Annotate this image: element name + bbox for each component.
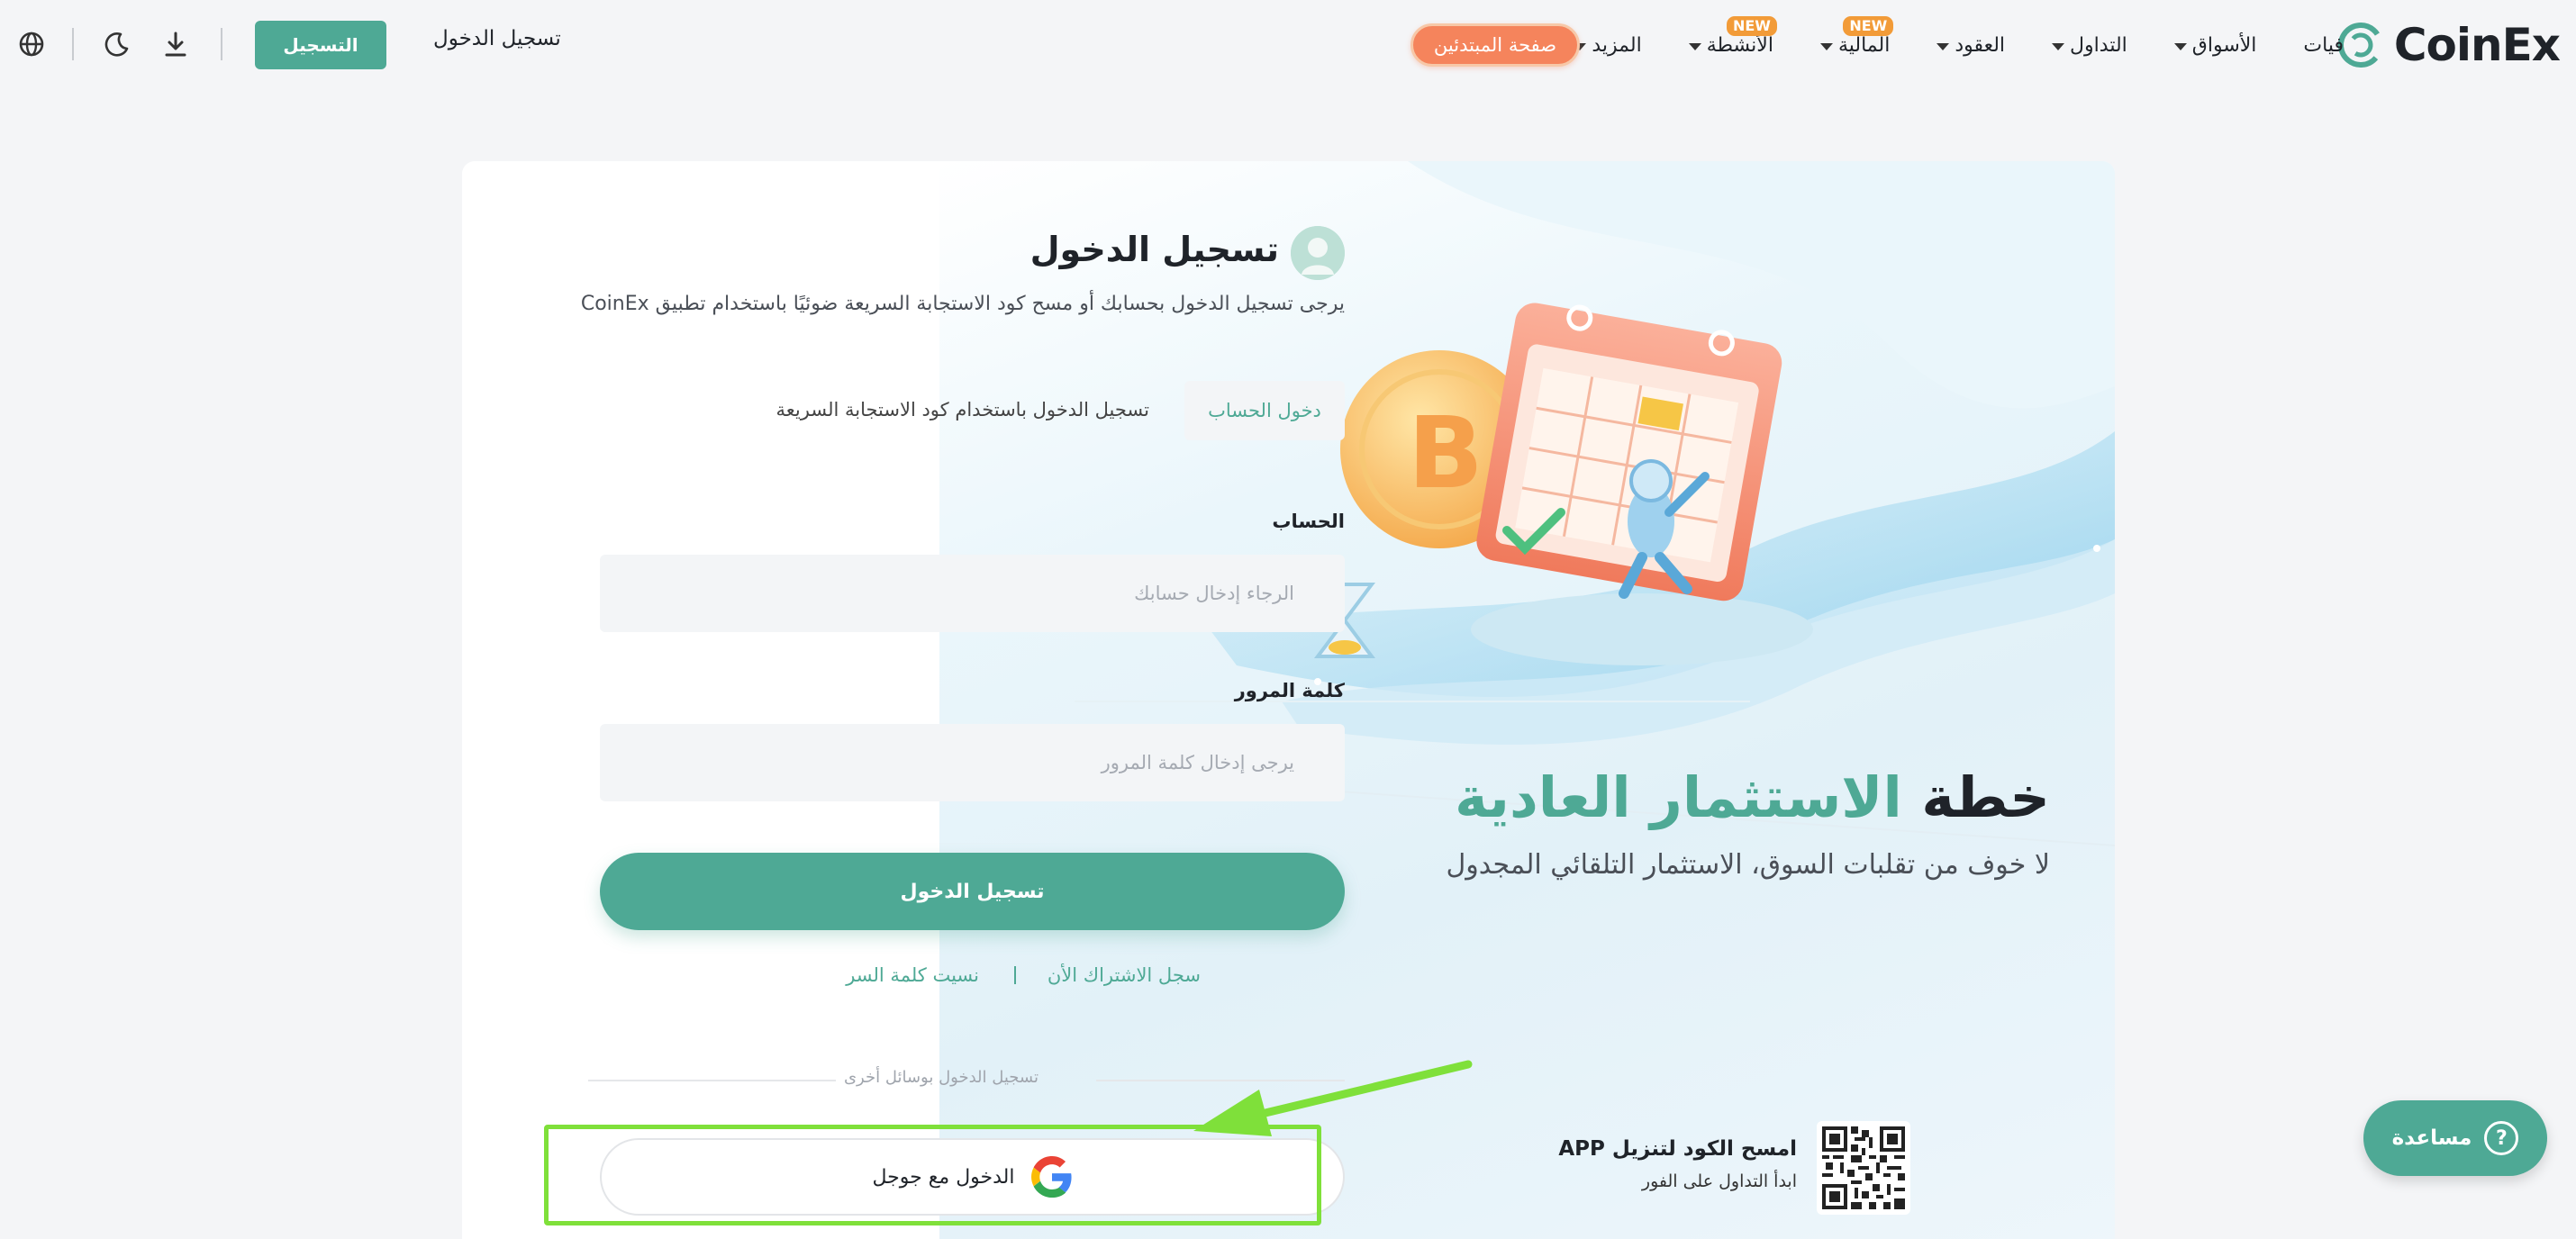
header-register-button[interactable]: التسجيل bbox=[255, 21, 386, 69]
caret-down-icon bbox=[1937, 43, 1950, 50]
page-root: CoinEx فيات الأسواق التداول العقود NEW ا… bbox=[0, 0, 2576, 1239]
page-title: تسجيل الدخول bbox=[1029, 230, 1279, 269]
signup-link[interactable]: سجل الاشتراك الأن bbox=[1048, 964, 1201, 986]
beginner-page-button[interactable]: صفحة المبتدئين bbox=[1410, 23, 1580, 67]
globe-icon[interactable] bbox=[16, 29, 47, 59]
nav-item-label: الأنشطة bbox=[1706, 33, 1773, 57]
new-badge: NEW bbox=[1843, 15, 1894, 36]
promo-title-part1: خطة bbox=[1921, 764, 2050, 830]
nav-item-label: الأسواق bbox=[2191, 33, 2257, 57]
nav-item-label: المالية bbox=[1837, 33, 1891, 57]
account-input[interactable] bbox=[600, 555, 1345, 632]
password-label: كلمة المرور bbox=[1234, 680, 1345, 701]
download-icon[interactable] bbox=[160, 29, 191, 59]
header-login-link[interactable]: تسجيل الدخول bbox=[433, 27, 561, 50]
help-question-icon: ? bbox=[2484, 1121, 2519, 1155]
link-separator bbox=[1014, 966, 1016, 984]
promo-subtitle: لا خوف من تقلبات السوق، الاستثمار التلقا… bbox=[1446, 849, 2050, 881]
tab-account-login[interactable]: دخول الحساب bbox=[1184, 381, 1345, 440]
nav-item-label: التداول bbox=[2070, 33, 2127, 57]
top-navigation: CoinEx فيات الأسواق التداول العقود NEW ا… bbox=[0, 0, 2576, 90]
caret-down-icon bbox=[1819, 43, 1833, 50]
forgot-password-link[interactable]: نسيت كلمة السر bbox=[846, 964, 979, 986]
separator bbox=[72, 28, 74, 60]
nav-item-more[interactable]: المزيد bbox=[1574, 33, 1642, 57]
user-avatar-icon bbox=[1291, 226, 1345, 280]
caret-down-icon bbox=[2173, 43, 2187, 50]
divider-line bbox=[588, 1080, 836, 1081]
moon-icon[interactable] bbox=[101, 29, 132, 59]
help-button[interactable]: ? مساعدة bbox=[2363, 1100, 2547, 1176]
nav-item-label: العقود bbox=[1955, 33, 2006, 57]
auth-links: سجل الاشتراك الأن نسيت كلمة السر bbox=[462, 964, 1401, 1000]
other-methods-label: تسجيل الدخول بوسائل أخرى bbox=[843, 1068, 1039, 1087]
annotation-arrow-icon bbox=[1193, 1060, 1473, 1136]
caret-down-icon bbox=[2052, 43, 2065, 50]
nav-item-activities[interactable]: NEW الأنشطة bbox=[1688, 15, 1777, 57]
promo-title: خطة الاستثمار العادية bbox=[1455, 764, 2050, 830]
tab-qr-login[interactable]: تسجيل الدخول باستخدام كود الاستجابة السر… bbox=[776, 399, 1149, 421]
qr-download-title: امسح الكود لتنزيل APP bbox=[1558, 1137, 1797, 1161]
login-subtitle: يرجى تسجيل الدخول بحسابك أو مسح كود الاس… bbox=[580, 293, 1345, 315]
help-label: مساعدة bbox=[2391, 1126, 2472, 1150]
main-nav: فيات الأسواق التداول العقود NEW المالية … bbox=[1574, 15, 2344, 65]
nav-item-label: المزيد bbox=[1592, 33, 1642, 57]
nav-item-fiat[interactable]: فيات bbox=[2303, 34, 2344, 57]
qr-download-subtitle: ابدأ التداول على الفور bbox=[1641, 1171, 1797, 1191]
new-badge: NEW bbox=[1726, 15, 1777, 36]
download-qr-code bbox=[1817, 1121, 1910, 1215]
qr-code-icon bbox=[1822, 1126, 1905, 1209]
account-label: الحساب bbox=[1272, 511, 1345, 532]
nav-item-futures[interactable]: العقود bbox=[1937, 34, 2005, 57]
separator bbox=[221, 28, 222, 60]
password-input[interactable] bbox=[600, 724, 1345, 801]
svg-text:B: B bbox=[1408, 395, 1483, 511]
coinex-logo[interactable]: CoinEx bbox=[2336, 18, 2561, 72]
promo-title-part2: الاستثمار العادية bbox=[1455, 764, 1902, 830]
nav-item-label: فيات bbox=[2303, 33, 2344, 57]
nav-item-markets[interactable]: الأسواق bbox=[2173, 33, 2257, 57]
nav-item-trade[interactable]: التداول bbox=[2052, 34, 2127, 57]
top-actions: تسجيل الدخول التسجيل bbox=[0, 0, 630, 90]
login-submit-button[interactable]: تسجيل الدخول bbox=[600, 853, 1345, 930]
brand-name: CoinEx bbox=[2393, 19, 2561, 71]
caret-down-icon bbox=[1688, 43, 1701, 50]
nav-item-finance[interactable]: NEW المالية bbox=[1819, 15, 1894, 57]
